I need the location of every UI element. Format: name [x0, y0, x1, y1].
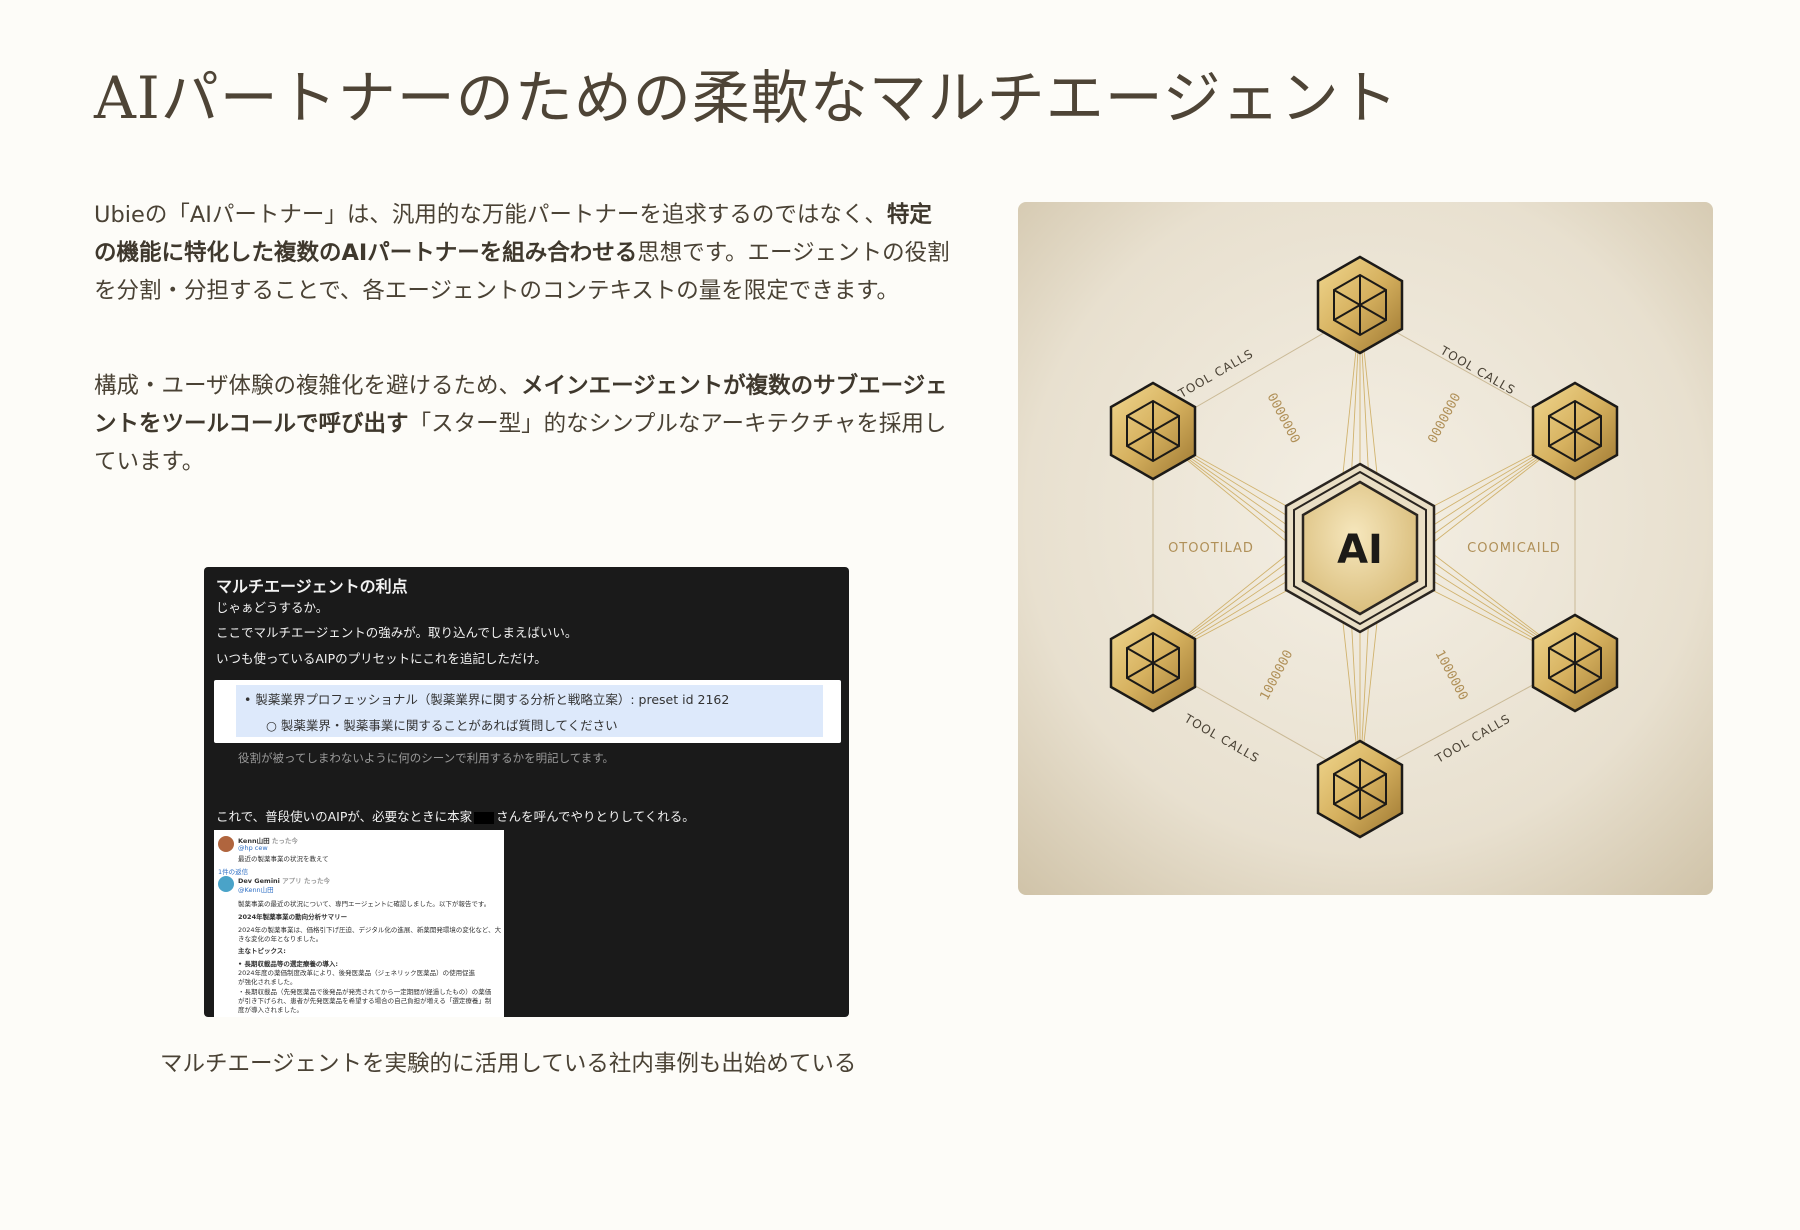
bot-line: 2024年製薬事業の動向分析サマリー [238, 913, 348, 921]
screenshot-line-4: これで、普段使いのAIPが、必要なときに本家 さんを呼んでやりとりしてくれる。 [216, 809, 695, 824]
chat-thread: Kenn山田 たった今 @hp cew 最近の製薬事業の状況を教えて 1件の返信… [214, 830, 504, 1017]
example-screenshot: マルチエージェントの利点 じゃぁどうするか。 ここでマルチエージェントの強みが。… [204, 567, 849, 1017]
bot-line: きな変化の年となりました。 [238, 935, 323, 943]
bot-mention: @Kenn山田 [238, 886, 274, 894]
user-mention: @hp cew [238, 844, 268, 852]
screenshot-line-3: いつも使っているAIPのプリセットにこれを追記しただけ。 [216, 651, 547, 666]
bot-line: 度が導入されました。 [238, 1006, 303, 1014]
screenshot-note: 役割が被ってしまわないように何のシーンで利用するかを明記してます。 [238, 751, 615, 765]
page-title: AIパートナーのための柔軟なマルチエージェント [94, 64, 1399, 132]
bot-line: 主なトピックス: [238, 947, 286, 955]
screenshot-title: マルチエージェントの利点 [216, 577, 408, 596]
architecture-paragraph: 構成・ユーザ体験の複雑化を避けるため、メインエージェントが複数のサブエージェント… [94, 367, 954, 481]
ai-label: AI [1337, 527, 1383, 573]
redacted-name [474, 811, 495, 824]
right-label: COOMICAILD [1467, 541, 1561, 556]
star-architecture-diagram: TOOL CALLS TOOL CALLS TOOL CALLS TOOL CA… [1018, 202, 1713, 895]
preset-sub-bullet: ○ 製薬業界・製薬事業に関することがあれば質問してください [266, 718, 618, 733]
user-message: 最近の製薬事業の状況を教えて [238, 855, 329, 863]
screenshot-line-1: じゃぁどうするか。 [216, 600, 329, 615]
bot-line: が強化されました。 [238, 978, 297, 986]
user-avatar [218, 836, 234, 852]
preset-bullet: • 製薬業界プロフェッショナル（製薬業界に関する分析と戦略立案）: preset… [244, 692, 730, 707]
architecture-text-1: 構成・ユーザ体験の複雑化を避けるため、 [94, 373, 522, 399]
screenshot-line-2: ここでマルチエージェントの強みが。取り込んでしまえばいい。 [216, 625, 578, 640]
intro-text-1: Ubieの「AIパートナー」は、汎用的な万能パートナーを追求するのではなく、 [94, 202, 887, 228]
preset-card: • 製薬業界プロフェッショナル（製薬業界に関する分析と戦略立案）: preset… [214, 680, 841, 743]
bot-line: 製薬事業の最近の状況について、専門エージェントに確認しました。以下が報告です。 [238, 900, 491, 908]
bot-avatar [218, 876, 234, 892]
intro-paragraph: Ubieの「AIパートナー」は、汎用的な万能パートナーを追求するのではなく、特定… [94, 196, 954, 310]
screenshot-caption: マルチエージェントを実験的に活用している社内事例も出始めている [160, 1051, 857, 1077]
left-label: OTOOTILAD [1168, 541, 1254, 556]
